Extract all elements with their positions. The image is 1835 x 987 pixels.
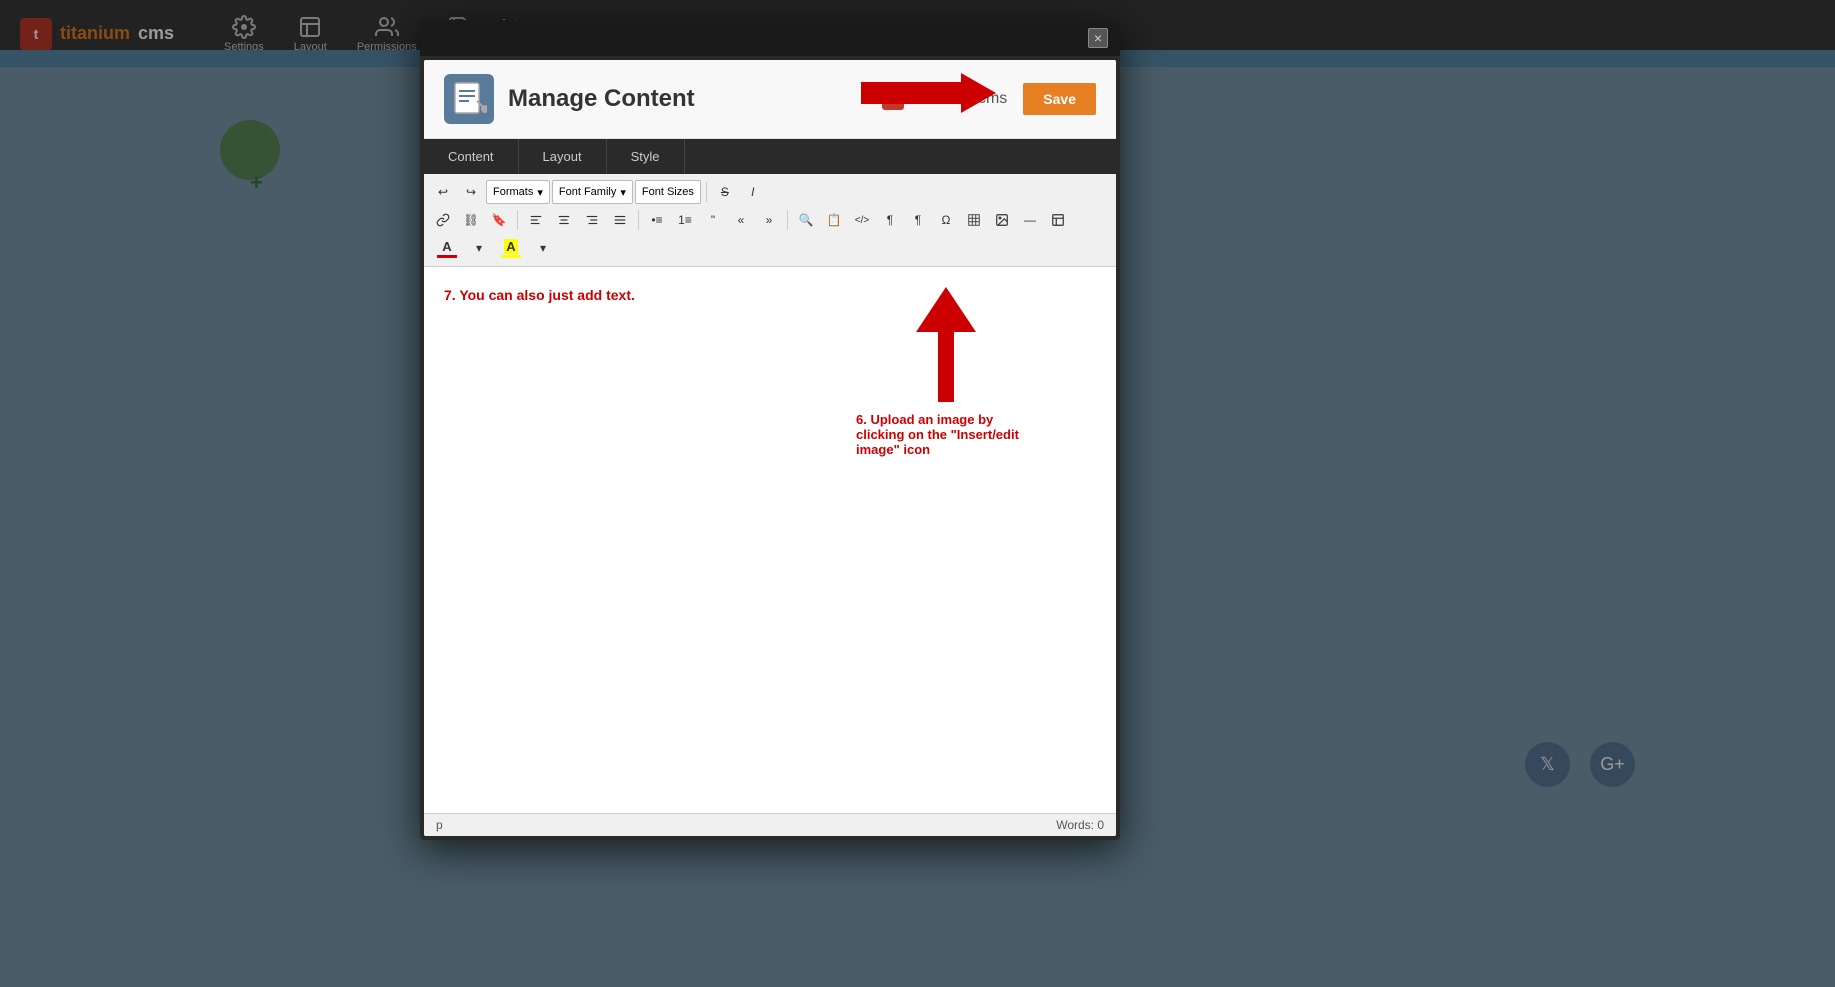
upload-annotation-text: 6. Upload an image by clicking on the "I… — [856, 412, 1036, 457]
font-color-btn[interactable]: A — [430, 236, 464, 260]
bg-color-a: A — [504, 239, 517, 254]
bookmark-btn[interactable]: 🔖 — [486, 208, 512, 232]
modal-content-icon — [444, 74, 494, 124]
upload-arrow-shaft — [938, 332, 954, 402]
hr-btn[interactable]: — — [1017, 208, 1043, 232]
strikethrough-btn[interactable]: S — [712, 180, 738, 204]
font-family-dropdown[interactable]: Font Family ▾ — [552, 180, 633, 204]
arrow-shaft — [861, 82, 961, 104]
bg-color-chevron[interactable]: ▾ — [530, 236, 556, 260]
font-color-bar — [437, 255, 457, 258]
font-color-a: A — [442, 239, 451, 254]
italic-btn[interactable]: I — [740, 180, 766, 204]
upload-annotation-group: 6. Upload an image by clicking on the "I… — [856, 287, 1036, 457]
indent-increase-btn[interactable]: » — [756, 208, 782, 232]
save-button[interactable]: Save — [1023, 83, 1096, 115]
arrow-head — [961, 73, 996, 113]
align-justify-btn[interactable] — [607, 208, 633, 232]
modal-close-button[interactable]: × — [1088, 28, 1108, 48]
link-btn[interactable] — [430, 208, 456, 232]
tab-content[interactable]: Content — [424, 139, 519, 174]
bg-color-bar — [501, 255, 521, 258]
toolbar-divider-3 — [638, 210, 639, 230]
omega-btn[interactable]: Ω — [933, 208, 959, 232]
blockquote-btn[interactable]: " — [700, 208, 726, 232]
modal-title-bar: Manage Content t titanium cms Save — [424, 60, 1116, 139]
save-button-wrapper: Save — [1023, 83, 1096, 115]
paste-btn[interactable]: 📋 — [821, 208, 847, 232]
editor-content-area[interactable]: 7. You can also just add text. 6. Upload… — [424, 267, 1116, 813]
indent-decrease-btn[interactable]: « — [728, 208, 754, 232]
find-btn[interactable]: 🔍 — [793, 208, 819, 232]
modal-header-bar: × — [420, 20, 1120, 56]
formats-chevron: ▾ — [537, 186, 543, 199]
toolbar-divider-1 — [706, 182, 707, 202]
modal-title-right: t titanium cms Save — [882, 83, 1096, 115]
modal-title-left: Manage Content — [444, 74, 695, 124]
font-sizes-dropdown[interactable]: Font Sizes — [635, 180, 701, 204]
align-left-btn[interactable] — [523, 208, 549, 232]
align-center-btn[interactable] — [551, 208, 577, 232]
toolbar-divider-2 — [517, 210, 518, 230]
font-color-chevron[interactable]: ▾ — [466, 236, 492, 260]
tab-layout[interactable]: Layout — [519, 139, 607, 174]
font-sizes-label: Font Sizes — [642, 186, 694, 198]
bg-color-btn[interactable]: A — [494, 236, 528, 260]
editor-word-count: Words: 0 — [1056, 818, 1104, 832]
editor-element-tag: p — [436, 818, 443, 832]
unlink-btn[interactable]: ⛓ — [458, 208, 484, 232]
manage-content-modal: × Manage Content — [420, 20, 1120, 840]
numbered-list-btn[interactable]: 1≡ — [672, 208, 698, 232]
font-family-chevron: ▾ — [620, 186, 626, 199]
save-arrow-annotation — [861, 73, 996, 113]
upload-arrow-head — [916, 287, 976, 332]
toolbar-row-3: A ▾ A ▾ — [430, 234, 1110, 262]
editor-toolbar: ↩ ↪ Formats ▾ Font Family ▾ Font Sizes S… — [424, 174, 1116, 267]
upload-arrow — [856, 287, 1036, 402]
modal-title-text: Manage Content — [508, 85, 695, 113]
table-btn[interactable] — [961, 208, 987, 232]
editor-bottom-bar: p Words: 0 — [424, 813, 1116, 836]
template-btn[interactable] — [1045, 208, 1071, 232]
font-family-label: Font Family — [559, 186, 616, 198]
modal-body: Manage Content t titanium cms Save — [424, 60, 1116, 836]
image-insert-btn[interactable] — [989, 208, 1015, 232]
formats-label: Formats — [493, 186, 533, 198]
toolbar-row-1: ↩ ↪ Formats ▾ Font Family ▾ Font Sizes S… — [430, 178, 1110, 206]
redo-btn[interactable]: ↪ — [458, 180, 484, 204]
toolbar-row-2: ⛓ 🔖 •≡ 1≡ " « » — [430, 206, 1110, 234]
toolbar-divider-4 — [787, 210, 788, 230]
code-btn[interactable]: </> — [849, 208, 875, 232]
modal-tabs: Content Layout Style — [424, 139, 1116, 174]
align-right-btn[interactable] — [579, 208, 605, 232]
tab-style[interactable]: Style — [607, 139, 685, 174]
paragraph-mark-btn1[interactable]: ¶ — [877, 208, 903, 232]
paragraph-mark-btn2[interactable]: ¶ — [905, 208, 931, 232]
undo-btn[interactable]: ↩ — [430, 180, 456, 204]
formats-dropdown[interactable]: Formats ▾ — [486, 180, 550, 204]
bullet-list-btn[interactable]: •≡ — [644, 208, 670, 232]
